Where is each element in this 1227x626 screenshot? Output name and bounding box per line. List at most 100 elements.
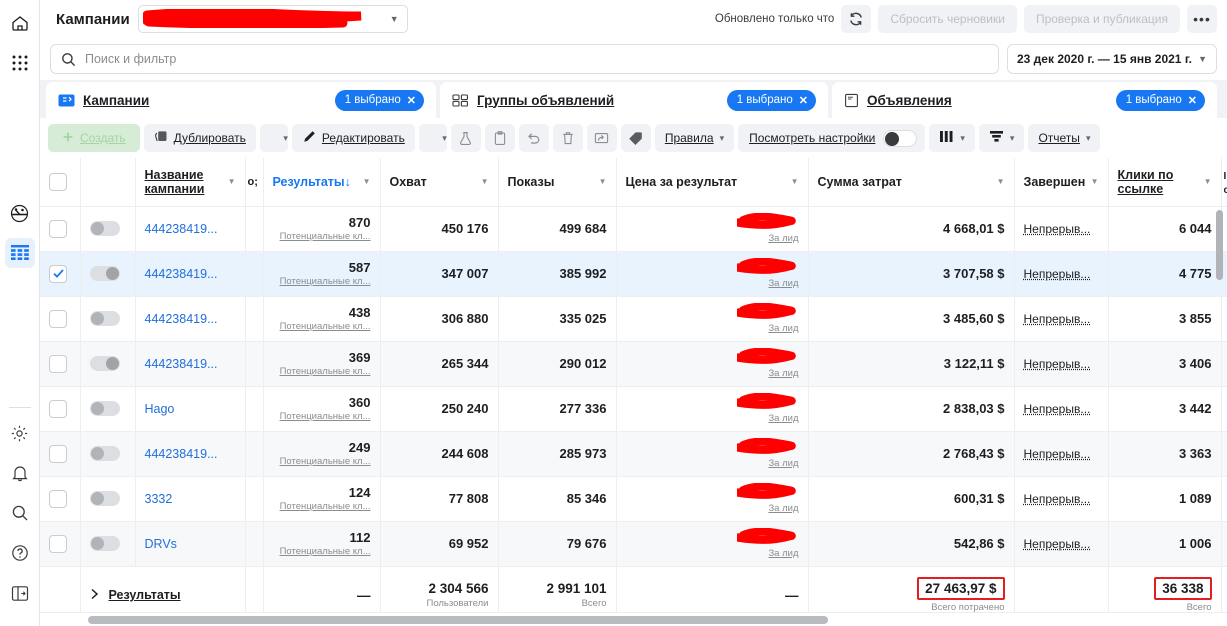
- campaign-active-toggle[interactable]: [89, 311, 120, 326]
- campaign-name-link[interactable]: 444238419...: [145, 357, 218, 371]
- ends-cell[interactable]: Непрерыв...: [1014, 206, 1109, 252]
- cost-per-result-subtitle[interactable]: За лид: [768, 503, 798, 514]
- row-select-cell[interactable]: [40, 476, 81, 522]
- edit-button[interactable]: Редактировать: [291, 124, 415, 152]
- select-all-checkbox[interactable]: [49, 172, 67, 191]
- ends-cell[interactable]: Непрерыв...: [1014, 521, 1109, 567]
- horizontal-scrollbar-track[interactable]: [40, 612, 1227, 626]
- tab-adsets[interactable]: Группы объявлений 1 выбрано ✕: [440, 82, 828, 118]
- panel-icon[interactable]: [5, 578, 35, 608]
- row-checkbox[interactable]: [49, 309, 67, 328]
- ab-test-button[interactable]: [450, 124, 481, 152]
- row-status-toggle-cell[interactable]: [80, 476, 136, 522]
- campaign-name-cell[interactable]: 444238419...: [135, 341, 246, 387]
- table-icon[interactable]: [4, 238, 35, 268]
- row-checkbox[interactable]: [49, 264, 67, 283]
- breakdown-button[interactable]: ▾: [978, 124, 1025, 152]
- tab-adsets-badge[interactable]: 1 выбрано ✕: [726, 89, 816, 111]
- date-range-picker[interactable]: 23 дек 2020 г. — 15 янв 2021 г. ▼: [1007, 44, 1217, 74]
- search-input[interactable]: Поиск и фильтр: [50, 44, 999, 74]
- apps-grid-icon[interactable]: [5, 48, 35, 78]
- campaign-name-link[interactable]: 444238419...: [145, 267, 218, 281]
- campaign-name-link[interactable]: 444238419...: [145, 222, 218, 236]
- ends-value[interactable]: Непрерыв...: [1024, 222, 1091, 236]
- ends-cell[interactable]: Непрерыв...: [1014, 341, 1109, 387]
- horizontal-scrollbar[interactable]: [88, 616, 828, 624]
- row-select-cell[interactable]: [40, 296, 81, 342]
- campaign-name-link[interactable]: 444238419...: [145, 312, 218, 326]
- search-icon[interactable]: [5, 498, 35, 528]
- ends-cell[interactable]: Непрерыв...: [1014, 476, 1109, 522]
- cost-per-result-subtitle[interactable]: За лид: [768, 413, 798, 424]
- results-subtitle[interactable]: Потенциальные кл...: [273, 231, 371, 242]
- ends-value[interactable]: Непрерыв...: [1024, 492, 1091, 506]
- table-row[interactable]: 3332 124 Потенциальные кл... 77 808 85 3…: [40, 476, 1227, 522]
- delete-button[interactable]: [552, 124, 583, 152]
- campaign-active-toggle[interactable]: [89, 536, 120, 551]
- campaign-name-link[interactable]: 3332: [145, 492, 173, 506]
- gear-icon[interactable]: [5, 418, 35, 448]
- row-status-toggle-cell[interactable]: [80, 341, 136, 387]
- campaign-name-cell[interactable]: 444238419...: [135, 206, 246, 252]
- close-icon[interactable]: ✕: [407, 94, 416, 107]
- row-select-cell[interactable]: [40, 431, 81, 477]
- row-status-toggle-cell[interactable]: [80, 251, 136, 297]
- ends-value[interactable]: Непрерыв...: [1024, 402, 1091, 416]
- discard-drafts-button[interactable]: Сбросить черновики: [878, 5, 1017, 33]
- table-row[interactable]: 444238419... 369 Потенциальные кл... 265…: [40, 341, 1227, 387]
- ends-value[interactable]: Непрерыв...: [1024, 312, 1091, 326]
- ends-cell[interactable]: Непрерыв...: [1014, 386, 1109, 432]
- create-button[interactable]: Создать: [48, 124, 140, 152]
- table-row[interactable]: DRVs 112 Потенциальные кл... 69 952 79 6…: [40, 521, 1227, 567]
- duplicate-button[interactable]: Дублировать: [143, 124, 256, 152]
- header-results[interactable]: Результаты↓ ▼: [263, 158, 381, 207]
- table-row[interactable]: 444238419... 438 Потенциальные кл... 306…: [40, 296, 1227, 342]
- chevron-down-icon[interactable]: ▼: [363, 177, 371, 186]
- results-subtitle[interactable]: Потенциальные кл...: [273, 276, 371, 287]
- row-select-cell[interactable]: [40, 251, 81, 297]
- home-icon[interactable]: [5, 8, 35, 38]
- undo-button[interactable]: [518, 124, 549, 152]
- results-subtitle[interactable]: Потенциальные кл...: [273, 456, 371, 467]
- ends-value[interactable]: Непрерыв...: [1024, 537, 1091, 551]
- campaign-name-cell[interactable]: 444238419...: [135, 251, 246, 297]
- cost-per-result-subtitle[interactable]: За лид: [768, 278, 798, 289]
- campaign-name-cell[interactable]: 3332: [135, 476, 246, 522]
- campaign-active-toggle[interactable]: [89, 491, 120, 506]
- row-checkbox[interactable]: [49, 534, 67, 553]
- tab-campaigns[interactable]: Кампании 1 выбрано ✕: [46, 82, 436, 118]
- table-row[interactable]: Hago 360 Потенциальные кл... 250 240 277…: [40, 386, 1227, 432]
- ends-value[interactable]: Непрерыв...: [1024, 357, 1091, 371]
- chevron-down-icon[interactable]: ▼: [997, 177, 1005, 186]
- chevron-down-icon[interactable]: ▼: [1204, 177, 1212, 186]
- row-status-toggle-cell[interactable]: [80, 206, 136, 252]
- row-status-toggle-cell[interactable]: [80, 296, 136, 342]
- campaign-active-toggle[interactable]: [89, 446, 120, 461]
- table-row[interactable]: 444238419... 870 Потенциальные кл... 450…: [40, 206, 1227, 252]
- row-select-cell[interactable]: [40, 386, 81, 432]
- cost-per-result-subtitle[interactable]: За лид: [768, 368, 798, 379]
- cost-per-result-subtitle[interactable]: За лид: [768, 458, 798, 469]
- chevron-right-icon[interactable]: [90, 588, 99, 603]
- view-setup-switch[interactable]: [883, 129, 918, 147]
- results-subtitle[interactable]: Потенциальные кл...: [273, 366, 371, 377]
- tab-ads[interactable]: Объявления 1 выбрано ✕: [832, 82, 1217, 118]
- columns-button[interactable]: ▾: [929, 124, 975, 152]
- header-campaign-name[interactable]: Название кампании ▼: [135, 158, 246, 207]
- cost-per-result-subtitle[interactable]: За лид: [768, 323, 798, 334]
- tab-ads-badge[interactable]: 1 выбрано ✕: [1115, 89, 1205, 111]
- ends-value[interactable]: Непрерыв...: [1024, 447, 1091, 461]
- rules-button[interactable]: Правила ▾: [654, 124, 735, 152]
- row-checkbox[interactable]: [49, 219, 67, 238]
- dashboard-icon[interactable]: [5, 198, 35, 228]
- campaign-name-link[interactable]: Hago: [145, 402, 175, 416]
- chevron-down-icon[interactable]: ▼: [228, 177, 236, 186]
- header-cost-per-result[interactable]: Цена за результат ▼: [616, 158, 809, 207]
- header-spend[interactable]: Сумма затрат ▼: [808, 158, 1015, 207]
- ends-value[interactable]: Непрерыв...: [1024, 267, 1091, 281]
- chevron-down-icon[interactable]: ▼: [481, 177, 489, 186]
- reports-button[interactable]: Отчеты ▾: [1028, 124, 1101, 152]
- help-icon[interactable]: [5, 538, 35, 568]
- view-setup-toggle[interactable]: Посмотреть настройки: [738, 124, 926, 152]
- ends-cell[interactable]: Непрерыв...: [1014, 251, 1109, 297]
